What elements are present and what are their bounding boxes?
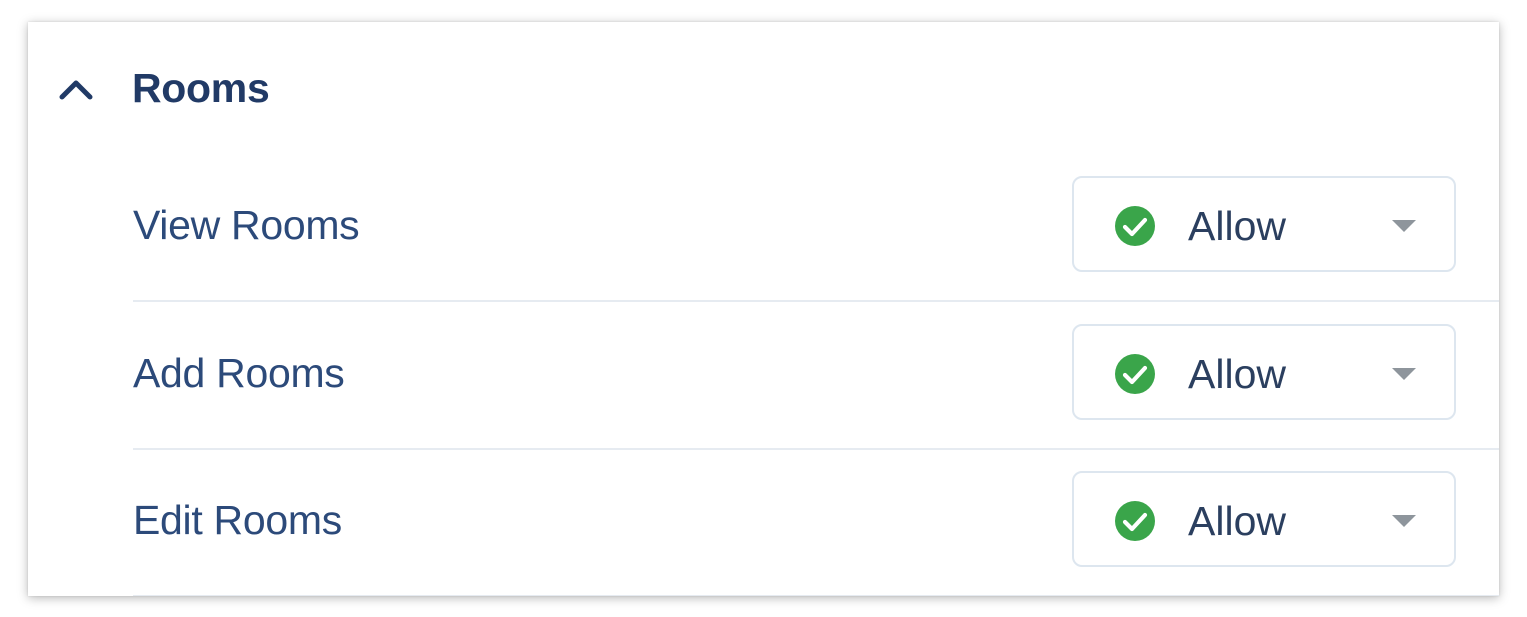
permission-select-view-rooms[interactable]: Allow xyxy=(1072,176,1456,272)
chevron-up-icon[interactable] xyxy=(56,70,96,110)
permission-row-view-rooms: View Rooms Allow xyxy=(133,154,1499,302)
rooms-section-toggle[interactable]: Rooms xyxy=(28,22,1499,154)
caret-down-icon xyxy=(1392,515,1416,527)
section-title: Rooms xyxy=(132,65,270,111)
select-value: Allow xyxy=(1188,498,1286,544)
select-value: Allow xyxy=(1188,351,1286,397)
permission-select-edit-rooms[interactable]: Allow xyxy=(1072,471,1456,567)
permission-label: View Rooms xyxy=(133,202,360,248)
permission-row-edit-rooms: Edit Rooms Allow xyxy=(133,449,1499,596)
select-value: Allow xyxy=(1188,203,1286,249)
permission-label: Edit Rooms xyxy=(133,497,342,543)
caret-down-icon xyxy=(1392,220,1416,232)
check-circle-icon xyxy=(1115,206,1155,246)
check-circle-icon xyxy=(1115,354,1155,394)
permissions-panel: Rooms View Rooms Allow Add Rooms Allow E… xyxy=(28,22,1499,596)
caret-down-icon xyxy=(1392,368,1416,380)
permission-row-add-rooms: Add Rooms Allow xyxy=(133,302,1499,450)
permission-select-add-rooms[interactable]: Allow xyxy=(1072,324,1456,420)
check-circle-icon xyxy=(1115,501,1155,541)
permission-label: Add Rooms xyxy=(133,350,345,396)
